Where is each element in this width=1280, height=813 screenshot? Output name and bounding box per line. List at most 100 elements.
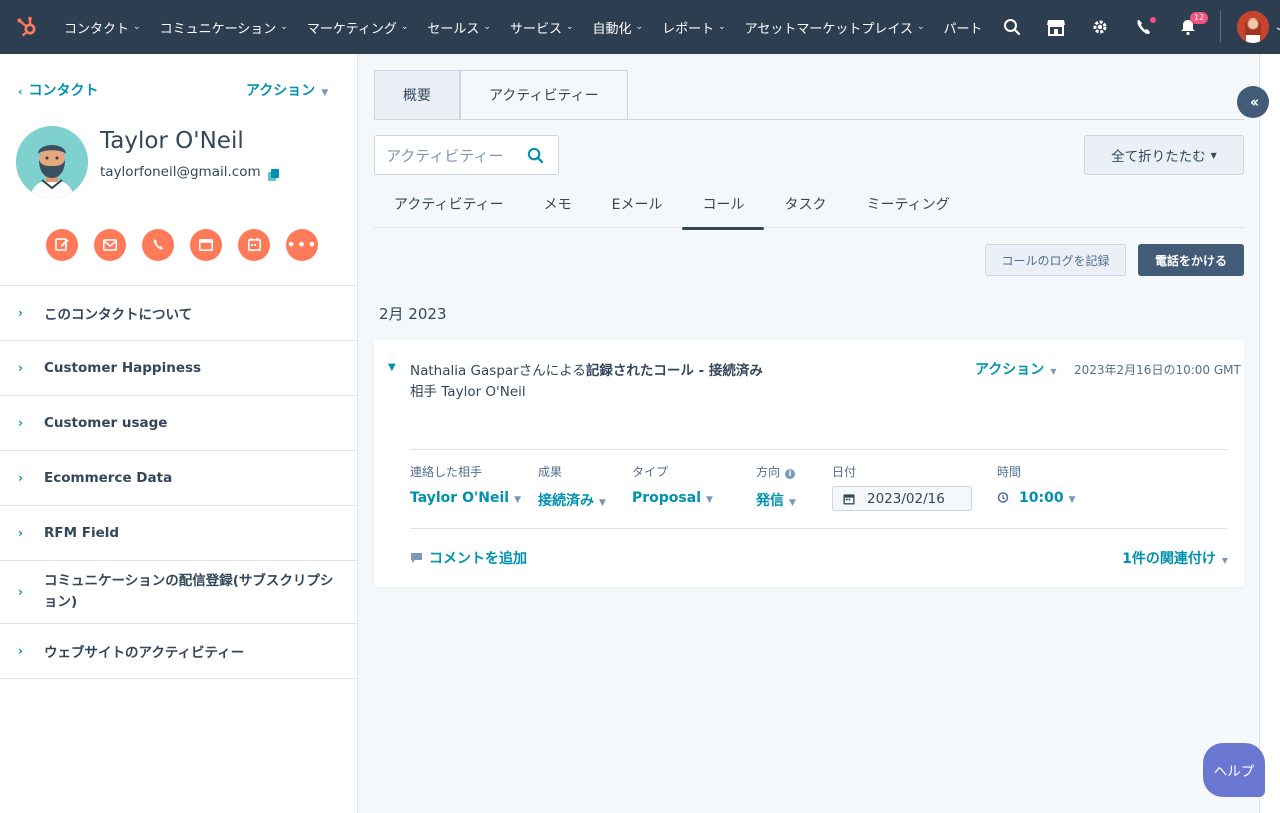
field-outcome: 成果 接続済み ▼ xyxy=(538,465,606,510)
gear-icon[interactable] xyxy=(1078,0,1122,54)
nav-partner[interactable]: パート xyxy=(934,0,980,54)
caret-down-icon: ▼ xyxy=(1050,367,1057,376)
activity-icon xyxy=(199,236,213,255)
search-icon[interactable] xyxy=(527,147,544,168)
chevron-down-icon: ⌄ xyxy=(280,22,288,32)
marketplace-icon[interactable] xyxy=(1034,0,1078,54)
email-icon xyxy=(103,236,117,255)
nav-asset-marketplace[interactable]: アセットマーケットプレイス ⌄ xyxy=(735,0,934,54)
collapse-sidebar-button[interactable]: ‹‹ xyxy=(1237,86,1269,118)
direction-dropdown[interactable]: 発信 ▼ xyxy=(756,490,796,510)
section-website-activity[interactable]: › ウェブサイトのアクティビティー xyxy=(0,623,357,678)
caret-down-icon: ▼ xyxy=(514,495,522,505)
filter-tab-activities[interactable]: アクティビティー xyxy=(374,180,524,228)
filter-tab-emails[interactable]: Eメール xyxy=(592,180,683,228)
contact-quick-actions: ••• xyxy=(46,229,318,261)
nav-sales[interactable]: セールス ⌄ xyxy=(417,0,500,54)
section-subscriptions[interactable]: › コミュニケーションの配信登録(サブスクリプション) xyxy=(0,560,357,623)
contact-sidebar: ‹ コンタクト アクション ▼ Taylor O'Neil taylorfoneil… xyxy=(0,54,358,813)
note-button[interactable] xyxy=(46,229,78,261)
nav-communications[interactable]: コミュニケーション ⌄ xyxy=(150,0,297,54)
call-button[interactable] xyxy=(142,229,174,261)
double-chevron-left-icon: ‹‹ xyxy=(1249,93,1260,111)
activity-filter-tabs: アクティビティー メモ Eメール コール タスク ミーティング xyxy=(374,180,1244,230)
card-divider xyxy=(410,528,1228,529)
tab-activities[interactable]: アクティビティー xyxy=(460,70,628,120)
task-button[interactable] xyxy=(238,229,270,261)
sidebar-sections: › このコンタクトについて › Customer Happiness › Custom… xyxy=(0,285,357,679)
user-avatar[interactable] xyxy=(1237,11,1269,43)
activity-timestamp: 2023年2月16日の10:00 GMT xyxy=(1074,363,1241,377)
nav-service[interactable]: サービス ⌄ xyxy=(500,0,583,54)
contact-actions-dropdown[interactable]: アクション ▼ xyxy=(246,80,328,100)
section-customer-happiness[interactable]: › Customer Happiness xyxy=(0,340,357,395)
calendar-icon xyxy=(247,236,261,255)
timeline-month-header: 2月 2023 xyxy=(379,305,447,323)
filter-tab-meetings[interactable]: ミーティング xyxy=(846,180,969,228)
calling-icon[interactable] xyxy=(1122,0,1166,54)
contact-email: taylorfoneil@gmail.com xyxy=(100,164,261,180)
field-date: 日付 2023/02/16 xyxy=(832,463,972,511)
collapse-chevron-icon[interactable]: ▼ xyxy=(388,362,396,373)
make-call-button[interactable]: 電話をかける xyxy=(1138,244,1244,276)
collapse-all-button[interactable]: 全て折りたたむ ▼ xyxy=(1084,135,1244,175)
chevron-right-icon: › xyxy=(18,644,23,658)
activity-title: Nathalia Gasparさんによる記録されたコール - 接続済み xyxy=(410,363,763,379)
call-activity-card: ▼ Nathalia Gasparさんによる記録されたコール - 接続済み 相手… xyxy=(374,340,1244,587)
chevron-down-icon: ⌄ xyxy=(400,22,409,32)
filter-tab-tasks[interactable]: タスク xyxy=(764,180,846,228)
field-type: タイプ Proposal ▼ xyxy=(632,465,713,506)
chevron-down-icon[interactable]: ⌄ xyxy=(1269,0,1280,54)
section-about-contact[interactable]: › このコンタクトについて xyxy=(0,285,357,340)
info-icon[interactable]: i xyxy=(785,469,796,479)
filter-tab-notes[interactable]: メモ xyxy=(524,180,592,228)
time-dropdown[interactable]: 10:00 ▼ xyxy=(997,490,1076,507)
nav-contacts[interactable]: コンタクト ⌄ xyxy=(54,0,150,54)
copy-icon[interactable] xyxy=(268,166,279,185)
record-tabs: 概要 アクティビティー xyxy=(374,70,628,120)
email-button[interactable] xyxy=(94,229,126,261)
search-icon[interactable] xyxy=(990,0,1034,54)
chevron-down-icon: ⌄ xyxy=(916,22,925,32)
hubspot-logo-icon[interactable] xyxy=(0,0,54,54)
filter-tab-calls[interactable]: コール xyxy=(682,180,765,230)
section-ecommerce-data[interactable]: › Ecommerce Data xyxy=(0,450,357,505)
sections-divider xyxy=(0,678,357,679)
more-actions-button[interactable]: ••• xyxy=(286,229,318,261)
chevron-down-icon: ⌄ xyxy=(635,22,644,32)
nav-divider xyxy=(1220,11,1221,43)
chevron-right-icon: › xyxy=(18,471,23,485)
activity-actions-dropdown[interactable]: アクション ▼ xyxy=(975,359,1056,379)
back-to-contacts-link[interactable]: ‹ コンタクト xyxy=(18,80,99,100)
log-activity-button[interactable] xyxy=(190,229,222,261)
outcome-dropdown[interactable]: 接続済み ▼ xyxy=(538,490,606,510)
chevron-down-icon: ⌄ xyxy=(133,22,141,32)
section-customer-usage[interactable]: › Customer usage xyxy=(0,395,357,450)
section-rfm-field[interactable]: › RFM Field xyxy=(0,505,357,560)
calendar-icon xyxy=(843,493,855,505)
chevron-right-icon: › xyxy=(18,416,23,430)
tab-overview[interactable]: 概要 xyxy=(374,70,460,120)
nav-marketing[interactable]: マーケティング ⌄ xyxy=(297,0,418,54)
notifications-bell-icon[interactable]: 12 xyxy=(1166,0,1210,54)
notification-badge: 12 xyxy=(1190,12,1209,24)
field-time: 時間 10:00 ▼ xyxy=(997,465,1076,507)
nav-reports[interactable]: レポート ⌄ xyxy=(652,0,735,54)
comment-icon xyxy=(410,552,423,564)
type-dropdown[interactable]: Proposal ▼ xyxy=(632,490,713,506)
chevron-down-icon: ⌄ xyxy=(483,22,491,32)
add-comment-link[interactable]: コメントを追加 xyxy=(410,548,527,568)
date-input[interactable]: 2023/02/16 xyxy=(832,486,972,511)
nav-automation[interactable]: 自動化 ⌄ xyxy=(583,0,653,54)
chevron-right-icon: › xyxy=(18,584,23,599)
associations-dropdown[interactable]: 1件の関連付け ▼ xyxy=(1122,548,1228,568)
activity-search-input[interactable]: アクティビティー xyxy=(374,135,559,175)
help-button[interactable]: ヘルプ xyxy=(1203,743,1265,797)
caret-down-icon: ▼ xyxy=(1210,150,1217,160)
phone-icon xyxy=(152,236,165,255)
log-call-button[interactable]: コールのログを記録 xyxy=(985,244,1126,276)
activity-panel: 概要 アクティビティー アクティビティー 全て折りたたむ ▼ アクティビティー メ… xyxy=(359,54,1259,813)
tabs-divider xyxy=(374,119,1244,120)
call-status-dot xyxy=(1149,16,1157,24)
contacted-dropdown[interactable]: Taylor O'Neil ▼ xyxy=(410,490,521,506)
